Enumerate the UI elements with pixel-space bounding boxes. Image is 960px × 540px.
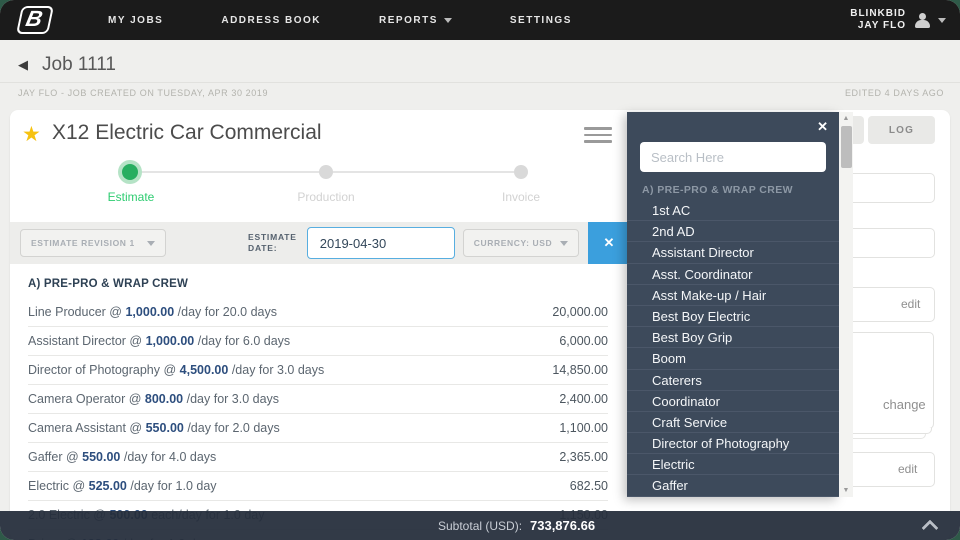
account-name: BLINKBID JAY FLO	[850, 8, 906, 31]
line-item-row[interactable]: Director of Photography @ 4,500.00 /day …	[28, 356, 608, 385]
scroll-up-icon[interactable]: ▲	[839, 112, 853, 125]
change-button[interactable]: change	[883, 397, 926, 412]
line-item-row[interactable]: Camera Assistant @ 550.00 /day for 2.0 d…	[28, 414, 608, 443]
close-icon[interactable]: ✕	[817, 119, 828, 135]
picker-option[interactable]: Asst Make-up / Hair	[627, 285, 839, 306]
line-item-description: Camera Operator @ 800.00 /day for 3.0 da…	[28, 392, 280, 406]
scroll-down-icon[interactable]: ▼	[839, 484, 853, 497]
back-arrow-icon[interactable]: ◀	[18, 57, 28, 73]
picker-option[interactable]: Best Boy Electric	[627, 306, 839, 328]
line-item-amount: 20,000.00	[552, 305, 608, 319]
nav-item-reports[interactable]: REPORTS	[379, 15, 452, 26]
picker-option[interactable]: 2nd AD	[627, 221, 839, 243]
top-nav: B MY JOBS ADDRESS BOOK REPORTS SETTINGS …	[0, 0, 960, 40]
line-item-description: Camera Assistant @ 550.00 /day for 2.0 d…	[28, 421, 280, 435]
picker-option[interactable]: Best Boy Grip	[627, 327, 839, 349]
line-item-description: Director of Photography @ 4,500.00 /day …	[28, 363, 325, 377]
edit-button-bottom[interactable]: edit	[898, 462, 917, 476]
search-input[interactable]	[640, 142, 826, 172]
step-dot-estimate[interactable]	[122, 164, 138, 180]
blinkbid-logo-icon[interactable]: B	[14, 5, 56, 35]
estimate-date-input[interactable]	[306, 227, 455, 259]
picker-option[interactable]: Coordinator	[627, 391, 839, 412]
picker-option[interactable]: Boom	[627, 348, 839, 370]
nav-item-settings[interactable]: SETTINGS	[510, 15, 572, 26]
edited-meta: EDITED 4 DAYS AGO	[844, 88, 944, 98]
blinkbid-logo-glyph: B	[16, 6, 54, 34]
line-item-amount: 2,400.00	[559, 392, 608, 406]
nav-item-my-jobs[interactable]: MY JOBS	[108, 15, 163, 26]
picker-option[interactable]: Electric	[627, 454, 839, 476]
currency-dropdown[interactable]: CURRENCY: USD	[462, 229, 580, 257]
divider	[0, 82, 960, 83]
step-label-invoice[interactable]: Invoice	[502, 190, 540, 204]
picker-option[interactable]: 1st AC	[627, 200, 839, 222]
panel-scrollbar[interactable]: ▲ ▼	[839, 112, 853, 497]
line-item-amount: 682.50	[569, 479, 608, 493]
step-label-production[interactable]: Production	[297, 190, 354, 204]
favorite-star-icon[interactable]: ★	[22, 122, 41, 147]
step-dot-production[interactable]	[319, 165, 333, 179]
line-item-row[interactable]: Camera Operator @ 800.00 /day for 3.0 da…	[28, 385, 608, 414]
line-item-row[interactable]: Electric @ 525.00 /day for 1.0 day 682.5…	[28, 472, 608, 501]
line-item-row[interactable]: Assistant Director @ 1,000.00 /day for 6…	[28, 327, 608, 356]
line-item-picker-panel: ✕ A) PRE-PRO & WRAP CREW 1st AC 2nd AD A…	[627, 112, 839, 497]
subtotal-label: Subtotal (USD):	[438, 518, 523, 533]
step-dot-invoice[interactable]	[514, 165, 528, 179]
page-title: Job 1111	[42, 54, 116, 75]
revision-dropdown[interactable]: ESTIMATE REVISION 1	[20, 229, 166, 257]
picker-option-list: 1st AC 2nd AD Assistant Director Asst. C…	[627, 200, 839, 497]
stepper-line	[130, 171, 326, 173]
picker-option[interactable]: Gaffer	[627, 475, 839, 497]
line-item-amount: 1,100.00	[559, 421, 608, 435]
line-item-amount: 2,365.00	[559, 450, 608, 464]
picker-option[interactable]: Assistant Director	[627, 242, 839, 264]
edit-button-top[interactable]: edit	[901, 297, 920, 311]
breadcrumb: ◀ Job 1111	[18, 54, 116, 76]
line-item-amount: 6,000.00	[559, 334, 608, 348]
menu-icon[interactable]	[584, 127, 612, 143]
picker-option[interactable]: Caterers	[627, 370, 839, 391]
line-item-amount: 14,850.00	[552, 363, 608, 377]
caret-down-icon	[560, 240, 569, 246]
line-item-description: Assistant Director @ 1,000.00 /day for 6…	[28, 334, 291, 348]
caret-down-icon	[938, 17, 946, 23]
caret-down-icon	[443, 17, 452, 23]
estimate-date-label: ESTIMATE DATE:	[248, 232, 297, 253]
subtotal-value: 733,876.66	[530, 518, 596, 533]
line-item-description: Electric @ 525.00 /day for 1.0 day	[28, 479, 217, 493]
caret-down-icon	[147, 240, 155, 246]
stepper-line	[326, 171, 521, 173]
job-created-meta: JAY FLO - JOB CREATED ON TUESDAY, APR 30…	[18, 88, 269, 98]
line-item-description: Line Producer @ 1,000.00 /day for 20.0 d…	[28, 305, 278, 319]
picker-option[interactable]: Craft Service	[627, 412, 839, 434]
estimate-toolbar: ESTIMATE REVISION 1 ESTIMATE DATE: CURRE…	[10, 222, 630, 264]
person-icon	[914, 12, 930, 28]
line-item-row[interactable]: Line Producer @ 1,000.00 /day for 20.0 d…	[28, 298, 608, 327]
account-menu[interactable]: BLINKBID JAY FLO	[850, 0, 946, 40]
nav-item-address-book[interactable]: ADDRESS BOOK	[221, 15, 321, 26]
line-item-row[interactable]: Gaffer @ 550.00 /day for 4.0 days 2,365.…	[28, 443, 608, 472]
picker-section-label: A) PRE-PRO & WRAP CREW	[642, 184, 793, 196]
chevron-up-icon[interactable]	[924, 520, 936, 532]
scrollbar-thumb[interactable]	[840, 126, 852, 168]
nav-menu: MY JOBS ADDRESS BOOK REPORTS SETTINGS	[108, 15, 572, 26]
line-items-table: Line Producer @ 1,000.00 /day for 20.0 d…	[28, 298, 608, 540]
picker-option[interactable]: Director of Photography	[627, 433, 839, 455]
line-item-description: Gaffer @ 550.00 /day for 4.0 days	[28, 450, 217, 464]
log-button[interactable]: LOG	[868, 116, 935, 144]
section-title: A) PRE-PRO & WRAP CREW	[28, 278, 189, 290]
subtotal-bar: Subtotal (USD): 733,876.66	[0, 511, 960, 540]
close-estimate-bar-button[interactable]: ✕	[588, 222, 630, 264]
app-window: B MY JOBS ADDRESS BOOK REPORTS SETTINGS …	[0, 0, 960, 540]
picker-option[interactable]: Asst. Coordinator	[627, 264, 839, 285]
job-title: X12 Electric Car Commercial	[52, 121, 322, 144]
step-label-estimate[interactable]: Estimate	[108, 190, 155, 204]
